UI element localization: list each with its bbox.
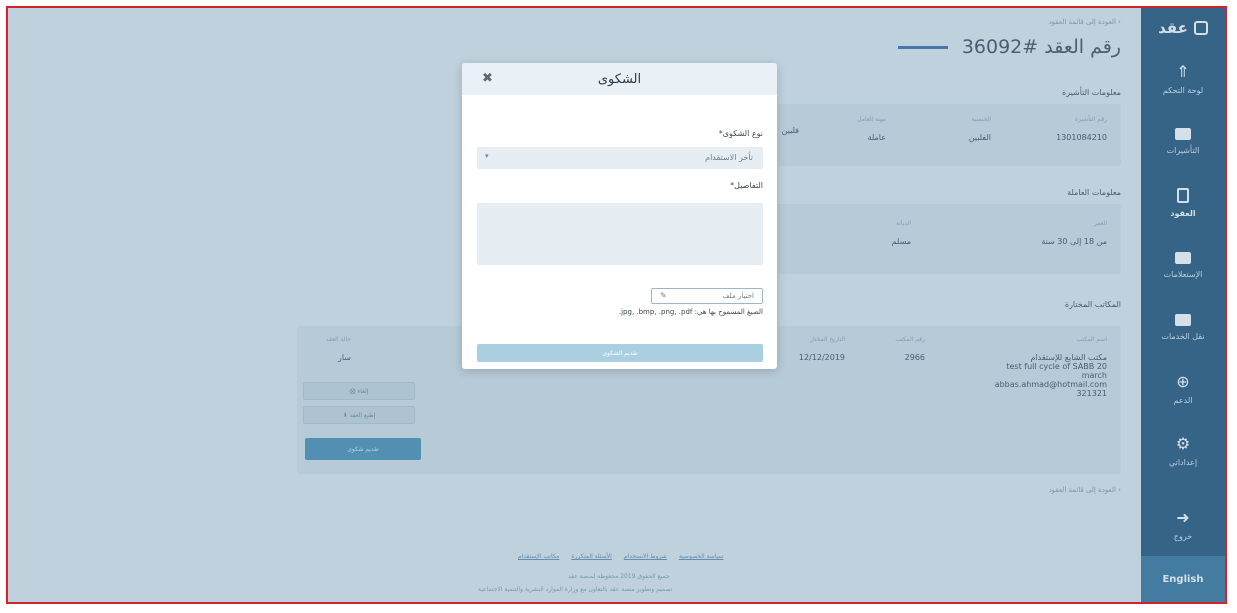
close-icon[interactable]: ✖ (482, 71, 493, 86)
app-frame: ‹ العودة إلى قائمة العقود رقم العقد #360… (6, 6, 1227, 604)
modal-header: الشكوى ✖ (462, 63, 777, 95)
choose-file-label: اختيار ملف (722, 292, 754, 300)
details-textarea[interactable] (477, 203, 763, 265)
allowed-formats-note: الصيغ المسموح بها هي: jpg, .bmp, .png, .… (618, 308, 763, 316)
submit-complaint-modal-button[interactable]: تقديم الشكوى (477, 344, 763, 362)
complaint-type-label: نوع الشكوى* (718, 129, 763, 138)
choose-file-button[interactable]: اختيار ملف ✎ (651, 288, 763, 304)
complaint-type-select[interactable]: تأخر الاستقدام ▾ (477, 147, 763, 169)
complaint-modal: الشكوى ✖ نوع الشكوى* تأخر الاستقدام ▾ ال… (462, 63, 777, 369)
details-label: التفاصيل* (730, 181, 763, 190)
complaint-type-value: تأخر الاستقدام (705, 153, 753, 162)
chevron-down-icon: ▾ (485, 152, 489, 160)
modal-title: الشكوى (597, 72, 642, 87)
paperclip-icon: ✎ (660, 291, 667, 300)
